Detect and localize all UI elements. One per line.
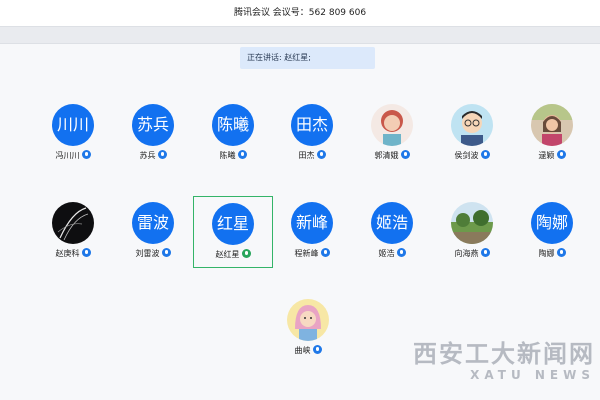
participant-name-row: 郭清娥 bbox=[352, 150, 432, 162]
participant-name-row: 曲峡 bbox=[268, 345, 348, 357]
mic-icon[interactable] bbox=[556, 150, 566, 159]
mic-icon[interactable] bbox=[480, 248, 490, 257]
participant-tile[interactable]: 陈曦 陈曦 bbox=[193, 98, 273, 170]
participant-name: 陶娜 bbox=[538, 249, 555, 258]
participant-tile[interactable]: 苏兵 苏兵 bbox=[113, 98, 193, 170]
participant-name: 苏兵 bbox=[139, 151, 156, 160]
participant-name: 田杰 bbox=[298, 151, 315, 160]
cartoon-portrait-avatar bbox=[451, 104, 493, 146]
avatar: 姬浩 bbox=[371, 202, 413, 244]
avatar: 陶娜 bbox=[531, 202, 573, 244]
participant-tile[interactable]: 川川 冯川川 bbox=[33, 98, 113, 170]
participant-tile[interactable]: 郭清娥 bbox=[352, 98, 432, 170]
participant-name-row: 姬浩 bbox=[352, 248, 432, 260]
landscape-photo-avatar bbox=[451, 202, 493, 244]
participant-name-row: 侯剑波 bbox=[432, 150, 512, 162]
participant-name-row: 苏兵 bbox=[113, 150, 193, 162]
portrait-photo-avatar bbox=[371, 104, 413, 146]
participant-name-row: 刘雷波 bbox=[113, 248, 193, 260]
watermark-subtitle: XATU NEWS bbox=[470, 368, 595, 382]
participant-tile[interactable]: 红星 赵红星 bbox=[193, 196, 273, 268]
participant-tile[interactable]: 姬浩 姬浩 bbox=[352, 196, 432, 268]
avatar: 苏兵 bbox=[132, 104, 174, 146]
mic-speaking-icon[interactable] bbox=[241, 249, 251, 258]
participant-tile[interactable]: 雷波 刘雷波 bbox=[113, 196, 193, 268]
mic-icon[interactable] bbox=[400, 150, 410, 159]
avatar: 川川 bbox=[52, 104, 94, 146]
cartoon-avatar-avatar bbox=[287, 299, 329, 341]
mic-icon[interactable] bbox=[480, 150, 490, 159]
mic-icon[interactable] bbox=[312, 345, 322, 354]
participant-name: 冯川川 bbox=[55, 151, 80, 160]
abstract-photo-avatar bbox=[52, 202, 94, 244]
participant-name: 刘雷波 bbox=[135, 249, 160, 258]
participant-name: 程新峰 bbox=[294, 249, 319, 258]
participant-name: 姬浩 bbox=[378, 249, 395, 258]
participant-tile[interactable]: 逯颖 bbox=[512, 98, 592, 170]
participant-name-row: 赵庚科 bbox=[33, 248, 113, 260]
participant-name-row: 陶娜 bbox=[512, 248, 592, 260]
participant-tile[interactable]: 新峰 程新峰 bbox=[272, 196, 352, 268]
mic-icon[interactable] bbox=[396, 248, 406, 257]
participant-name: 郭清娥 bbox=[374, 151, 399, 160]
mic-icon[interactable] bbox=[556, 248, 566, 257]
mic-icon[interactable] bbox=[81, 248, 91, 257]
participant-name: 侯剑波 bbox=[454, 151, 479, 160]
mic-icon[interactable] bbox=[161, 248, 171, 257]
avatar: 新峰 bbox=[291, 202, 333, 244]
avatar: 陈曦 bbox=[212, 104, 254, 146]
portrait-photo-avatar bbox=[531, 104, 573, 146]
avatar: 雷波 bbox=[132, 202, 174, 244]
avatar: 红星 bbox=[212, 203, 254, 245]
participant-tile[interactable]: 曲峡 bbox=[268, 293, 348, 365]
participant-name: 赵庚科 bbox=[55, 249, 80, 258]
participant-name-row: 向海燕 bbox=[432, 248, 512, 260]
participant-name-row: 赵红星 bbox=[194, 249, 272, 261]
mic-icon[interactable] bbox=[320, 248, 330, 257]
participant-tile[interactable]: 田杰 田杰 bbox=[272, 98, 352, 170]
mic-icon[interactable] bbox=[157, 150, 167, 159]
participant-name: 向海燕 bbox=[454, 249, 479, 258]
mic-icon[interactable] bbox=[316, 150, 326, 159]
participant-name-row: 田杰 bbox=[272, 150, 352, 162]
participant-tile[interactable]: 侯剑波 bbox=[432, 98, 512, 170]
participant-tile[interactable]: 陶娜 陶娜 bbox=[512, 196, 592, 268]
watermark: 西安工大新闻网 XATU NEWS bbox=[405, 340, 595, 390]
mic-icon[interactable] bbox=[81, 150, 91, 159]
watermark-title: 西安工大新闻网 bbox=[413, 339, 595, 368]
participant-name: 赵红星 bbox=[215, 250, 240, 259]
participant-name: 曲峡 bbox=[294, 346, 311, 355]
participant-name: 逯颖 bbox=[538, 151, 555, 160]
participant-name-row: 逯颖 bbox=[512, 150, 592, 162]
mic-icon[interactable] bbox=[237, 150, 247, 159]
participant-tile[interactable]: 赵庚科 bbox=[33, 196, 113, 268]
avatar: 田杰 bbox=[291, 104, 333, 146]
participant-name-row: 冯川川 bbox=[33, 150, 113, 162]
participant-name-row: 陈曦 bbox=[193, 150, 273, 162]
participant-tile[interactable]: 向海燕 bbox=[432, 196, 512, 268]
participant-name-row: 程新峰 bbox=[272, 248, 352, 260]
participant-name: 陈曦 bbox=[219, 151, 236, 160]
